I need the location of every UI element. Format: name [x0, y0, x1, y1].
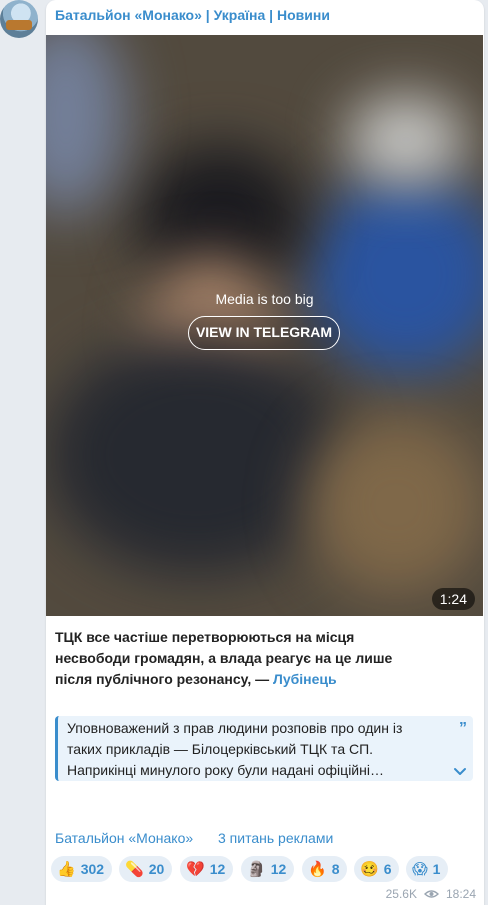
blockquote[interactable]: Уповноважений з прав людини розповів про… — [55, 716, 473, 781]
message-bubble: Батальйон «Монако» | Україна | Новини Me… — [46, 0, 484, 905]
post-text: ТЦК все частіше перетворюються на місця … — [55, 627, 425, 690]
quote-line: Уповноважений з прав людини розповів про… — [67, 720, 403, 736]
post-body: ТЦК все частіше перетворюються на місця … — [55, 629, 393, 687]
quote-line: таких прикладів — Білоцерківський ТЦК та… — [67, 741, 374, 757]
reaction-count: 20 — [148, 861, 165, 877]
view-in-telegram-button[interactable]: VIEW IN TELEGRAM — [188, 316, 340, 350]
channel-footer-link[interactable]: Батальйон «Монако» — [55, 830, 193, 846]
screaming-face-icon: 😱 — [412, 860, 428, 878]
message-meta: 25.6K 18:24 — [386, 887, 476, 901]
reaction-moai[interactable]: 🗿 12 — [241, 856, 295, 882]
reaction-pill[interactable]: 💊 20 — [119, 856, 173, 882]
reaction-screaming-face[interactable]: 😱 1 — [406, 856, 449, 882]
woozy-face-icon: 🥴 — [360, 860, 379, 878]
eye-icon — [423, 890, 439, 898]
reaction-count: 6 — [383, 861, 392, 877]
chevron-down-icon[interactable] — [453, 767, 467, 777]
reaction-thumbs-up[interactable]: 👍 302 — [51, 856, 113, 882]
ads-footer-link[interactable]: 3 питань реклами — [218, 830, 333, 846]
reaction-fire[interactable]: 🔥 8 — [302, 856, 348, 882]
message-time: 18:24 — [445, 887, 476, 901]
quote-line: Наприкінці минулого року були надані офі… — [67, 762, 384, 778]
reaction-count: 302 — [80, 861, 105, 877]
reaction-woozy-face[interactable]: 🥴 6 — [354, 856, 400, 882]
channel-avatar[interactable] — [0, 0, 38, 38]
reaction-count: 1 — [432, 861, 441, 877]
reaction-broken-heart[interactable]: 💔 12 — [180, 856, 234, 882]
pill-icon: 💊 — [125, 860, 144, 878]
reaction-count: 12 — [209, 861, 226, 877]
view-count: 25.6K — [385, 887, 417, 901]
channel-name[interactable]: Батальйон «Монако» | Україна | Новини — [55, 7, 330, 23]
video-duration: 1:24 — [431, 588, 475, 610]
reaction-count: 8 — [331, 861, 340, 877]
quote-icon: ” — [459, 720, 467, 737]
reaction-count: 12 — [270, 861, 287, 877]
thumbs-up-icon: 👍 — [57, 860, 76, 878]
broken-heart-icon: 💔 — [186, 860, 205, 878]
fire-icon: 🔥 — [308, 860, 327, 878]
post-link[interactable]: Лубінець — [273, 671, 337, 687]
media-too-big-text: Media is too big — [215, 291, 314, 307]
video-preview[interactable]: Media is too big VIEW IN TELEGRAM 1:24 — [46, 35, 483, 616]
moai-icon: 🗿 — [247, 860, 266, 878]
